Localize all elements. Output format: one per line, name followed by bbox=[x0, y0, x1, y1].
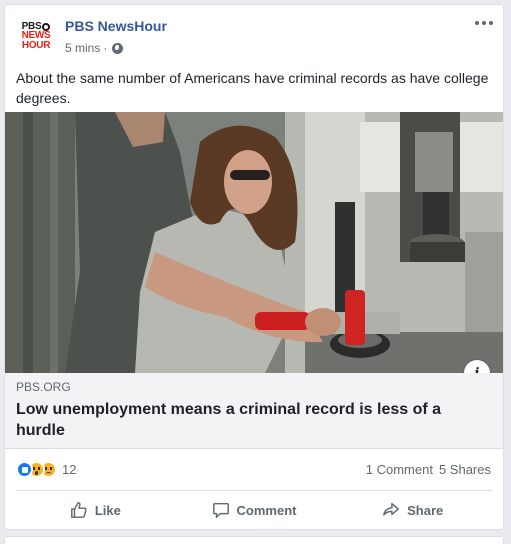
share-count-link[interactable]: 5 Shares bbox=[439, 462, 491, 477]
globe-icon[interactable] bbox=[112, 42, 124, 54]
comment-button[interactable]: Comment bbox=[175, 495, 334, 525]
like-label: Like bbox=[94, 502, 121, 518]
link-domain: PBS.ORG bbox=[16, 380, 71, 394]
more-options-icon[interactable] bbox=[475, 16, 493, 30]
meta-separator: · bbox=[103, 41, 108, 55]
like-button[interactable]: Like bbox=[16, 495, 175, 525]
action-bar: Like Comment Share bbox=[16, 495, 492, 525]
avatar-line-3: HOUR bbox=[21, 39, 51, 51]
engagement-counts: 1 Comment 5 Shares bbox=[366, 462, 491, 477]
divider bbox=[16, 490, 492, 491]
comment-icon bbox=[212, 502, 229, 518]
reaction-count: 12 bbox=[62, 461, 77, 477]
page-name-link[interactable]: PBS NewsHour bbox=[65, 18, 167, 34]
link-preview-image[interactable] bbox=[5, 112, 503, 373]
post-timestamp[interactable]: 5 mins bbox=[65, 41, 100, 55]
like-icon bbox=[16, 460, 33, 478]
next-post-edge bbox=[4, 536, 504, 544]
comment-count-link[interactable]: 1 Comment bbox=[366, 462, 433, 477]
thumbs-up-icon bbox=[70, 502, 87, 518]
post-header: PBS NEWS HOUR PBS NewsHour 5 mins · bbox=[16, 16, 493, 58]
avatar[interactable]: PBS NEWS HOUR bbox=[16, 16, 56, 56]
link-title[interactable]: Low unemployment means a criminal record… bbox=[16, 399, 463, 441]
reactions-summary[interactable]: 12 bbox=[16, 460, 76, 478]
post-meta: 5 mins · bbox=[65, 41, 124, 55]
post-card: PBS NEWS HOUR PBS NewsHour 5 mins · Abou… bbox=[4, 4, 504, 530]
post-text: About the same number of Americans have … bbox=[16, 70, 489, 106]
share-button[interactable]: Share bbox=[333, 495, 492, 525]
share-icon bbox=[383, 502, 400, 516]
comment-label: Comment bbox=[236, 502, 297, 518]
workshop-photo bbox=[5, 112, 503, 373]
share-label: Share bbox=[407, 502, 444, 518]
